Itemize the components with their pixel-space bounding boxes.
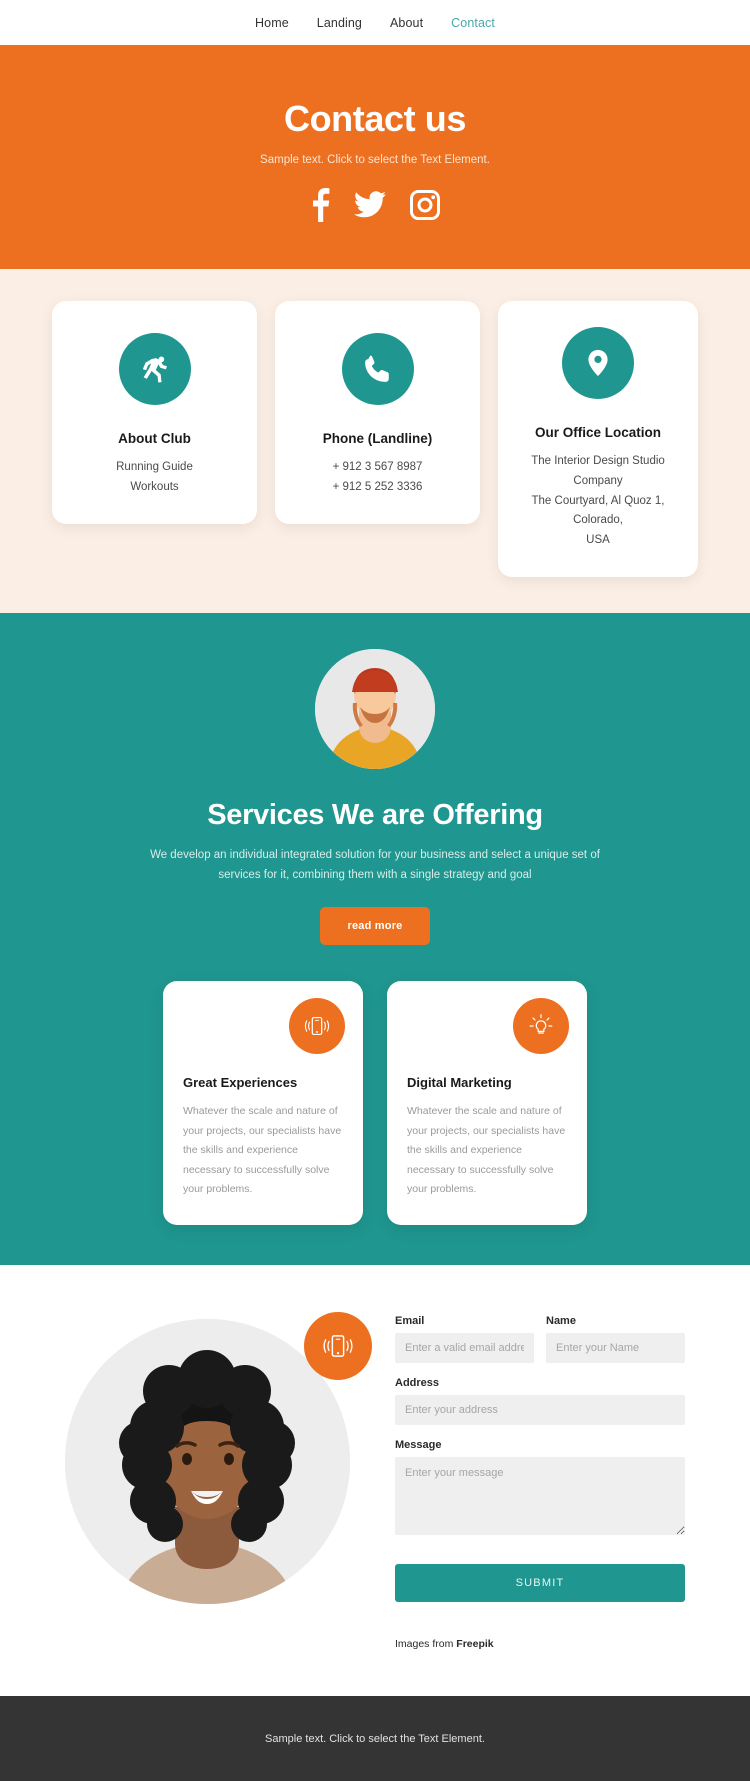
- social-links: [310, 188, 440, 222]
- email-label: Email: [395, 1315, 425, 1328]
- address-label: Address: [395, 1377, 440, 1390]
- info-card-title: Our Office Location: [534, 425, 661, 440]
- info-card-body: The Interior Design Studio Company The C…: [514, 452, 682, 551]
- email-field[interactable]: [395, 1333, 534, 1364]
- phone-vibrate-icon: [289, 998, 345, 1055]
- service-card-title: Great Experiences: [183, 1075, 298, 1091]
- info-card-about-club[interactable]: About Club Running Guide Workouts: [52, 301, 257, 524]
- message-field[interactable]: [395, 1457, 685, 1536]
- field-name: Name: [546, 1315, 685, 1364]
- info-card-line: The Interior Design Studio Company: [531, 455, 665, 487]
- page-title: Contact us: [283, 98, 466, 139]
- services-subtitle: We develop an individual integrated solu…: [150, 848, 600, 881]
- hero-subtitle: Sample text. Click to select the Text El…: [260, 154, 490, 166]
- service-card-great-experiences[interactable]: Great Experiences Whatever the scale and…: [163, 981, 363, 1226]
- info-card-line: + 912 3 567 8987: [332, 461, 423, 473]
- service-card-text: Whatever the scale and nature of your pr…: [183, 1105, 342, 1196]
- name-field[interactable]: [546, 1333, 685, 1364]
- name-label: Name: [546, 1315, 576, 1328]
- service-card-text: Whatever the scale and nature of your pr…: [407, 1105, 566, 1196]
- info-card-line: Running Guide: [116, 461, 193, 473]
- field-message: Message: [395, 1439, 685, 1540]
- footer-text: Sample text. Click to select the Text El…: [265, 1732, 485, 1745]
- info-card-title: Phone (Landline): [322, 431, 433, 446]
- hero-section: Contact us Sample text. Click to select …: [0, 45, 750, 269]
- contact-section: Email Name Address Message SUBMIT Images…: [0, 1265, 750, 1697]
- info-card-body: + 912 3 567 8987 + 912 5 252 3336: [291, 458, 464, 498]
- twitter-icon[interactable]: [354, 191, 386, 219]
- phone-icon: [341, 333, 414, 405]
- address-field[interactable]: [395, 1395, 685, 1426]
- info-card-title: About Club: [118, 431, 191, 446]
- service-card-digital-marketing[interactable]: Digital Marketing Whatever the scale and…: [387, 981, 587, 1226]
- services-title: Services We are Offering: [207, 798, 543, 831]
- main-navigation: Home Landing About Contact: [0, 0, 750, 45]
- info-card-office-location[interactable]: Our Office Location The Interior Design …: [498, 301, 698, 577]
- info-cards-section: About Club Running Guide Workouts Phone …: [0, 269, 750, 613]
- image-credit: Images from Freepik: [395, 1638, 685, 1650]
- service-cards: Great Experiences Whatever the scale and…: [163, 981, 587, 1226]
- instagram-icon[interactable]: [410, 190, 440, 220]
- message-label: Message: [395, 1439, 442, 1452]
- field-address: Address: [395, 1377, 685, 1426]
- read-more-button[interactable]: read more: [320, 907, 430, 946]
- footer: Sample text. Click to select the Text El…: [0, 1696, 750, 1781]
- info-card-phone[interactable]: Phone (Landline) + 912 3 567 8987 + 912 …: [275, 301, 480, 524]
- contact-form: Email Name Address Message SUBMIT Images…: [395, 1307, 685, 1650]
- phone-vibrate-icon: [304, 1312, 372, 1381]
- lightbulb-icon: [513, 998, 569, 1055]
- image-credit-prefix: Images from: [395, 1638, 457, 1651]
- avatar: [315, 648, 435, 769]
- nav-link-landing[interactable]: Landing: [317, 16, 362, 30]
- services-section: Services We are Offering We develop an i…: [0, 612, 750, 1266]
- nav-link-home[interactable]: Home: [255, 16, 289, 30]
- field-email: Email: [395, 1315, 534, 1364]
- image-credit-source[interactable]: Freepik: [456, 1638, 493, 1650]
- info-card-body: Running Guide Workouts: [68, 458, 241, 498]
- field-row-email-name: Email Name: [395, 1315, 685, 1377]
- nav-link-contact[interactable]: Contact: [451, 16, 495, 30]
- info-card-line: + 912 5 252 3336: [332, 480, 423, 493]
- info-card-line: Workouts: [130, 480, 179, 493]
- info-card-line: The Courtyard, Al Quoz 1, Colorado,: [531, 494, 665, 527]
- location-pin-icon: [562, 327, 634, 399]
- contact-photo-wrap: [65, 1307, 375, 1607]
- running-icon: [118, 333, 191, 405]
- nav-link-about[interactable]: About: [390, 16, 423, 30]
- facebook-icon[interactable]: [310, 188, 330, 222]
- service-card-title: Digital Marketing: [407, 1075, 512, 1091]
- info-card-line: USA: [586, 534, 610, 547]
- submit-button[interactable]: SUBMIT: [395, 1564, 685, 1603]
